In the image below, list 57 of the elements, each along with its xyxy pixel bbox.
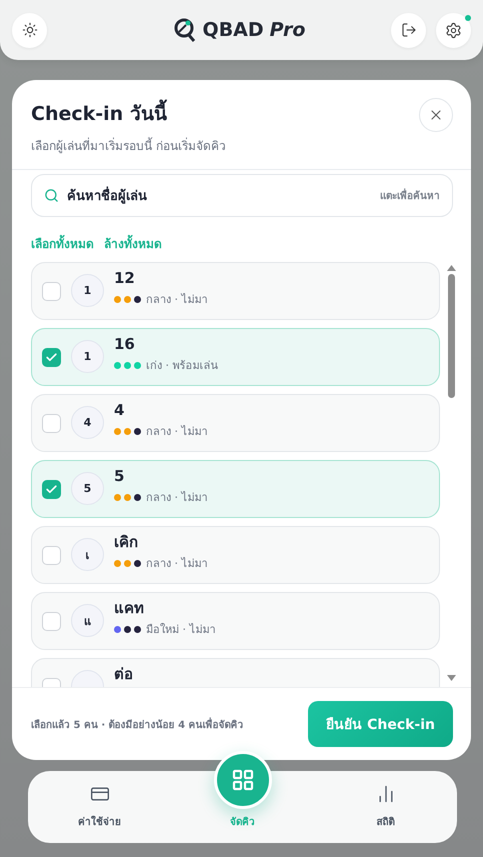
player-name: 16	[114, 335, 136, 353]
player-name: 12	[114, 269, 136, 287]
check-icon	[45, 483, 58, 496]
theme-button[interactable]	[12, 12, 47, 48]
player-row[interactable]: 5 5 กลาง · ไม่มา	[31, 460, 440, 518]
player-info: กลาง · ไม่มา	[146, 424, 208, 440]
nav-tab[interactable]: สถิติ	[314, 771, 457, 843]
player-info: กลาง · ไม่มา	[146, 292, 208, 308]
player-info: กลาง · ไม่มา	[146, 490, 208, 506]
scrollbar-thumb[interactable]	[448, 274, 454, 398]
player-info: มือใหม่ · ไม่มา	[146, 622, 216, 638]
nav-tab[interactable]: ค่าใช้จ่าย	[28, 771, 171, 843]
scroll-down-icon	[446, 675, 456, 681]
logo-icon	[172, 17, 197, 43]
avatar: 4	[71, 406, 104, 439]
dialog-subtitle: เลือกผู้เล่นที่มาเริ่มรอบนี้ ก่อนเริ่มจัดคิว	[31, 136, 227, 155]
avatar: 5	[71, 472, 104, 505]
search-field[interactable]: ค้นหาชื่อผู้เล่น แตะเพื่อค้นหา	[31, 174, 453, 217]
checkbox[interactable]	[42, 480, 61, 499]
settings-icon	[445, 22, 462, 38]
search-hint: แตะเพื่อค้นหา	[380, 188, 440, 203]
logout-icon	[400, 22, 416, 38]
search-icon	[44, 188, 59, 203]
checkbox[interactable]	[42, 414, 61, 433]
checkbox[interactable]	[42, 348, 61, 367]
logout-button[interactable]	[391, 12, 426, 48]
player-row[interactable]: 1 16 เก่ง · พร้อมเล่น	[31, 328, 440, 386]
sun-icon	[22, 22, 38, 38]
avatar: 1	[71, 274, 104, 307]
close-button[interactable]	[419, 98, 453, 132]
player-info: กลาง · ไม่มา	[146, 556, 208, 572]
player-row[interactable]: 4 4 กลาง · ไม่มา	[31, 394, 440, 452]
checkbox[interactable]	[42, 612, 61, 631]
player-name: เคิก	[114, 533, 139, 551]
checkbox[interactable]	[42, 282, 61, 301]
player-row[interactable]: เ เคิก กลาง · ไม่มา	[31, 526, 440, 584]
player-name: ต่อ	[114, 665, 133, 683]
brand-suffix: Pro	[270, 19, 306, 41]
scroll-up-icon	[446, 265, 456, 271]
dialog-title: Check-in วันนี้	[31, 98, 419, 128]
player-name: 5	[114, 467, 126, 485]
active-tab-button[interactable]	[214, 751, 272, 809]
player-name: 4	[114, 401, 126, 419]
player-row[interactable]: 1 12 กลาง · ไม่มา	[31, 262, 440, 320]
avatar: แ	[71, 604, 104, 637]
player-name: แคท	[114, 599, 145, 617]
brand-name: QBAD	[202, 19, 264, 41]
avatar: 1	[71, 340, 104, 373]
player-row[interactable]: ต่อ	[31, 658, 440, 687]
player-row[interactable]: แ แคท มือใหม่ · ไม่มา	[31, 592, 440, 650]
settings-button[interactable]	[436, 12, 471, 48]
check-icon	[45, 351, 58, 364]
grid-icon	[230, 768, 254, 792]
player-info: เก่ง · พร้อมเล่น	[146, 358, 218, 374]
selection-summary: เลือกแล้ว 5 คน · ต้องมีอย่างน้อย 4 คนเพื่อจัดคิว	[31, 716, 245, 732]
avatar: เ	[71, 538, 104, 571]
checkbox[interactable]	[42, 546, 61, 565]
